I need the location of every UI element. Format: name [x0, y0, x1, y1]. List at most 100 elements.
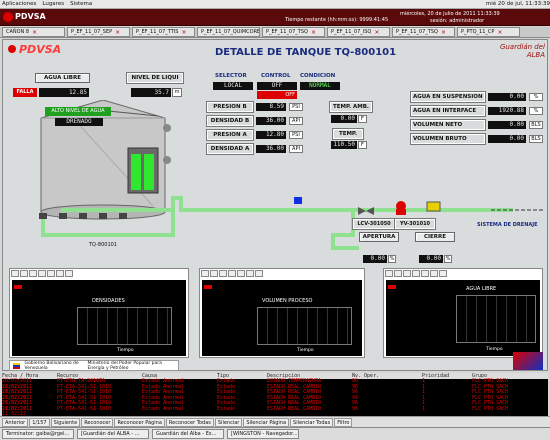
trend-plot: AGUA LIBRE Tiempo	[386, 280, 540, 356]
tank-name: TQ-800101	[89, 242, 118, 248]
table-icon[interactable]	[403, 270, 411, 277]
temp-amb-value: 0.00	[331, 115, 357, 123]
taskbar-item[interactable]: [WINGSTON - Navegador...	[227, 429, 299, 439]
zoom-in-icon[interactable]	[38, 270, 46, 277]
venezuela-flag-icon	[13, 362, 21, 369]
folder-icon[interactable]	[439, 270, 447, 277]
next-button[interactable]: Siguiente	[50, 417, 81, 427]
table-icon[interactable]	[219, 270, 227, 277]
volume-label: AGUA EN INTERFACE	[410, 105, 486, 117]
nivel-label: NIVEL DE LIQUI	[126, 72, 184, 84]
volume-row: AGUA EN SUSPENSION 0.00%	[410, 91, 547, 103]
lcv-tag: LCV-301050	[352, 218, 396, 230]
trend-xlabel: Tiempo	[117, 348, 134, 353]
filter-button[interactable]: Filtro	[334, 417, 353, 427]
search-icon[interactable]	[246, 270, 254, 277]
selector-value: LOCAL	[213, 82, 253, 90]
zoom-in-icon[interactable]	[412, 270, 420, 277]
zoom-out-icon[interactable]	[47, 270, 55, 277]
search-icon[interactable]	[56, 270, 64, 277]
taskbar-item[interactable]: [Guardián del ALBA - ...	[77, 429, 149, 439]
reading-value: 36.00	[256, 117, 286, 125]
alto-nivel-state: DRENADO	[55, 118, 103, 126]
close-icon[interactable]: ×	[32, 29, 37, 36]
tab-5[interactable]: P_EF_11_07_ISQ ×	[327, 27, 390, 37]
tab-7[interactable]: P_PTQ_11_CP ×	[457, 27, 520, 37]
government-logo-bar: Gobierno Bolivariano de Venezuela Minist…	[9, 360, 179, 371]
alarm-cell: Estado Anormal	[142, 405, 185, 412]
acknowledge-button[interactable]: Reconocer	[81, 417, 114, 427]
os-menu-apps[interactable]: Aplicaciones	[2, 1, 36, 7]
close-icon[interactable]: ×	[115, 29, 120, 36]
folder-icon[interactable]	[255, 270, 263, 277]
temp-amb-label: TEMP. AMB.	[329, 101, 373, 113]
taskbar-item[interactable]: Guardián del Alba - Es...	[152, 429, 224, 439]
prev-button[interactable]: Anterior	[2, 417, 29, 427]
table-icon[interactable]	[29, 270, 37, 277]
silence-button[interactable]: Silenciar	[214, 417, 243, 427]
tab-1[interactable]: P_EF_11_07_SEP ×	[67, 27, 130, 37]
tab-label: P_EF_11_07_QUIMCORE	[201, 29, 260, 35]
legend-swatch	[204, 285, 212, 289]
acknowledge-page-button[interactable]: Reconocer Página	[114, 417, 165, 427]
acknowledge-all-button[interactable]: Reconocer Todas	[165, 417, 214, 427]
apertura-button[interactable]: APERTURA	[359, 232, 399, 242]
chart-icon[interactable]	[385, 270, 393, 277]
folder-icon[interactable]	[65, 270, 73, 277]
os-menu-places[interactable]: Lugares	[42, 1, 64, 7]
tab-label: P_EF_11_07_SEP	[71, 29, 113, 35]
reading-value: 8.59	[256, 103, 286, 111]
zoom-in-icon[interactable]	[228, 270, 236, 277]
temp-label: TEMP.	[332, 128, 364, 140]
selector-label: SELECTOR	[215, 73, 247, 79]
close-icon[interactable]: ×	[497, 29, 502, 36]
alarm-toolbar: Anterior 1/157 Siguiente Reconocer Recon…	[0, 416, 550, 427]
legend-swatch	[14, 285, 22, 289]
alba-emblem-icon	[513, 352, 543, 370]
tab-2[interactable]: P_EF_11_07_TTIS ×	[132, 27, 195, 37]
taskbar-item[interactable]: Terminator: gaiba@rgel...	[2, 429, 74, 439]
page-brand: PDVSA	[19, 43, 62, 56]
reading-unit: PSI	[289, 103, 303, 111]
close-icon[interactable]: ×	[181, 29, 186, 36]
settings-icon[interactable]	[20, 270, 28, 277]
alarm-row[interactable]: 20/07/2011 11:32:27 PT-ETA-541-51-1010 Est…	[2, 405, 548, 416]
settings-icon[interactable]	[394, 270, 402, 277]
search-icon[interactable]	[430, 270, 438, 277]
agua-libre-button[interactable]: AGUA LIBRE	[35, 73, 90, 83]
zoom-out-icon[interactable]	[421, 270, 429, 277]
close-icon[interactable]: ×	[311, 29, 316, 36]
reading-label: DENSIDAD A	[206, 143, 254, 155]
close-icon[interactable]: ×	[441, 29, 446, 36]
reading-unit: PSI	[289, 131, 303, 139]
close-icon[interactable]: ×	[374, 29, 379, 36]
silence-page-button[interactable]: Silenciar Página	[243, 417, 290, 427]
tab-4[interactable]: P_EF_11_07_TSQ ×	[262, 27, 325, 37]
reading-row: DENSIDAD A 36.00 API	[206, 143, 307, 155]
cierre-button[interactable]: CIERRE	[415, 232, 455, 242]
condicion-value: NORMAL	[300, 82, 340, 90]
tab-strip: CAÑON 8 × P_EF_11_07_SEP × P_EF_11_07_TTIS × P…	[0, 27, 550, 38]
chart-icon[interactable]	[11, 270, 19, 277]
tab-3[interactable]: P_EF_11_07_QUIMCORE×	[197, 27, 260, 37]
reading-row: DENSIDAD B 36.00 API	[206, 115, 307, 127]
sistema-drenaje-label: SISTEMA DE DRENAJE	[477, 222, 538, 228]
trend-xlabel: Tiempo	[297, 348, 314, 353]
main-panel: PDVSA DETALLE DE TANQUE TQ-800101 Guardi…	[2, 39, 548, 371]
zoom-out-icon[interactable]	[237, 270, 245, 277]
silence-all-button[interactable]: Silenciar Todas	[290, 417, 334, 427]
ministerio-text: Ministerio del Poder Popular para Energí…	[87, 360, 162, 371]
alarm-table: Fecha / Hora Recurso Causa Tipo Descripción N…	[2, 373, 548, 416]
os-clock[interactable]: mié 20 de jul, 11:33:39	[486, 1, 550, 7]
alarm-rows: 20/07/2011 11:32:27 PT-ETA-TA-2010TA Estad…	[2, 378, 548, 416]
volume-row: VOLUMEN BRUTO 0.00 BLS	[410, 133, 547, 145]
volume-unit: %	[529, 107, 543, 115]
volume-value: 0.00	[488, 135, 526, 143]
tab-6[interactable]: P_EF_11_07_TSQ ×	[392, 27, 455, 37]
os-menu-system[interactable]: Sistema	[70, 1, 92, 7]
agua-libre-value: 12.85	[39, 88, 89, 97]
settings-icon[interactable]	[210, 270, 218, 277]
alto-nivel-label: ALTO NIVEL DE AGUA	[45, 107, 111, 116]
chart-icon[interactable]	[201, 270, 209, 277]
tab-0[interactable]: CAÑON 8 ×	[2, 27, 65, 37]
